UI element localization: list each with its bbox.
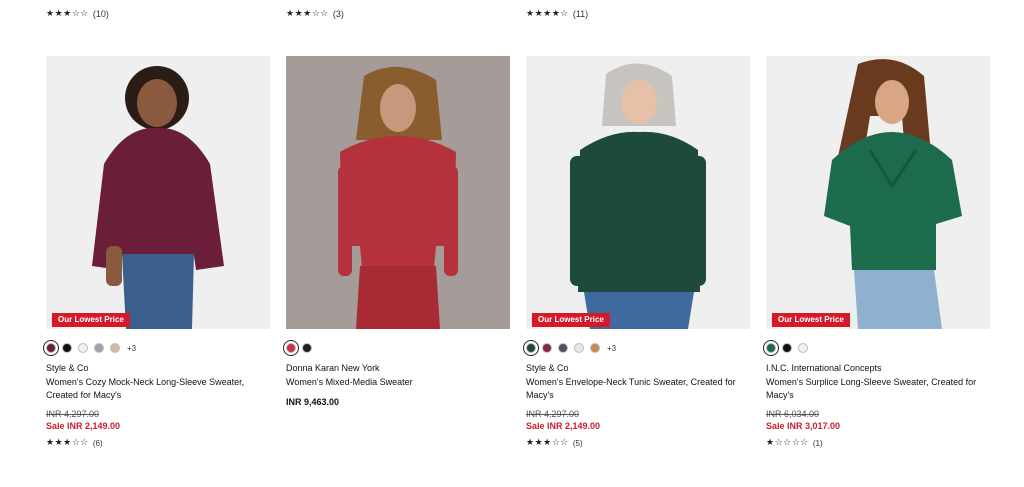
color-swatch[interactable]	[574, 343, 584, 353]
review-count: (5)	[572, 438, 583, 448]
product-rating[interactable]: ★☆☆☆☆ (1)	[766, 438, 990, 448]
product-card[interactable]: Donna Karan New York Women's Mixed-Media…	[283, 56, 510, 448]
review-count: (3)	[332, 9, 344, 19]
more-colors-link[interactable]: +3	[607, 344, 616, 353]
product-brand[interactable]: Style & Co	[526, 363, 750, 373]
product-brand[interactable]: Style & Co	[46, 363, 270, 373]
star-rating-icon: ★★★☆☆	[46, 9, 89, 19]
color-swatch[interactable]	[542, 343, 552, 353]
color-swatch[interactable]	[62, 343, 72, 353]
color-swatches	[283, 340, 510, 356]
review-count: (1)	[812, 438, 823, 448]
product-image[interactable]: Our Lowest Price	[766, 56, 990, 329]
product-image[interactable]	[286, 56, 510, 329]
product-brand[interactable]: I.N.C. International Concepts	[766, 363, 990, 373]
color-swatch[interactable]	[43, 340, 59, 356]
color-swatch[interactable]	[302, 343, 312, 353]
sale-price: Sale INR 2,149.00	[526, 421, 601, 431]
color-swatch[interactable]	[798, 343, 808, 353]
original-price: INR 4,297.00	[46, 409, 100, 419]
model-photo	[286, 56, 510, 329]
color-swatch[interactable]	[590, 343, 600, 353]
lowest-price-badge: Our Lowest Price	[772, 313, 850, 327]
color-swatches	[763, 340, 990, 356]
product-listing-page: ★★★☆☆ (10) ★★★☆☆ (3) ★★★★☆ (11) Our Lowe…	[0, 0, 1024, 487]
lowest-price-badge: Our Lowest Price	[52, 313, 130, 327]
model-photo	[46, 56, 270, 329]
product-price: INR 9,463.00	[286, 397, 340, 407]
star-rating-icon: ★★★★☆	[526, 9, 569, 19]
sale-price: Sale INR 3,017.00	[766, 421, 841, 431]
product-card[interactable]: Our Lowest Price +3 Style & Co Women's C…	[43, 56, 270, 448]
product-image[interactable]: Our Lowest Price	[46, 56, 270, 329]
product-rating[interactable]: ★★★☆☆ (5)	[526, 438, 750, 448]
color-swatch[interactable]	[782, 343, 792, 353]
product-title[interactable]: Women's Cozy Mock-Neck Long-Sleeve Sweat…	[46, 376, 270, 402]
star-rating-icon: ★★★☆☆	[286, 9, 329, 19]
star-rating-icon: ★☆☆☆☆	[766, 438, 809, 448]
color-swatch[interactable]	[94, 343, 104, 353]
product-rating[interactable]: ★★★☆☆ (6)	[46, 438, 270, 448]
color-swatches: +3	[43, 340, 270, 356]
previous-row-rating[interactable]: ★★★☆☆ (10)	[46, 9, 109, 19]
original-price: INR 4,297.00	[526, 409, 580, 419]
review-count: (6)	[92, 438, 103, 448]
product-title[interactable]: Women's Envelope-Neck Tunic Sweater, Cre…	[526, 376, 750, 402]
product-title[interactable]: Women's Mixed-Media Sweater	[286, 376, 510, 389]
product-grid: Our Lowest Price +3 Style & Co Women's C…	[43, 56, 990, 448]
color-swatches: +3	[523, 340, 750, 356]
lowest-price-badge: Our Lowest Price	[532, 313, 610, 327]
star-rating-icon: ★★★☆☆	[46, 438, 89, 448]
color-swatch[interactable]	[78, 343, 88, 353]
color-swatch[interactable]	[763, 340, 779, 356]
color-swatch[interactable]	[110, 343, 120, 353]
more-colors-link[interactable]: +3	[127, 344, 136, 353]
product-image[interactable]: Our Lowest Price	[526, 56, 750, 329]
color-swatch[interactable]	[558, 343, 568, 353]
review-count: (11)	[572, 9, 589, 19]
color-swatch[interactable]	[523, 340, 539, 356]
product-title[interactable]: Women's Surplice Long-Sleeve Sweater, Cr…	[766, 376, 990, 402]
previous-row-rating[interactable]: ★★★★☆ (11)	[526, 9, 588, 19]
sale-price: Sale INR 2,149.00	[46, 421, 121, 431]
model-photo	[766, 56, 990, 329]
model-photo	[526, 56, 750, 329]
review-count: (10)	[92, 9, 109, 19]
color-swatch[interactable]	[283, 340, 299, 356]
product-brand[interactable]: Donna Karan New York	[286, 363, 510, 373]
product-card[interactable]: Our Lowest Price I.N.C. International Co…	[763, 56, 990, 448]
star-rating-icon: ★★★☆☆	[526, 438, 569, 448]
previous-row-ratings: ★★★☆☆ (10) ★★★☆☆ (3) ★★★★☆ (11)	[46, 9, 1006, 23]
product-card[interactable]: Our Lowest Price +3 Style & Co Women's E…	[523, 56, 750, 448]
original-price: INR 6,034.00	[766, 409, 820, 419]
previous-row-rating[interactable]: ★★★☆☆ (3)	[286, 9, 344, 19]
